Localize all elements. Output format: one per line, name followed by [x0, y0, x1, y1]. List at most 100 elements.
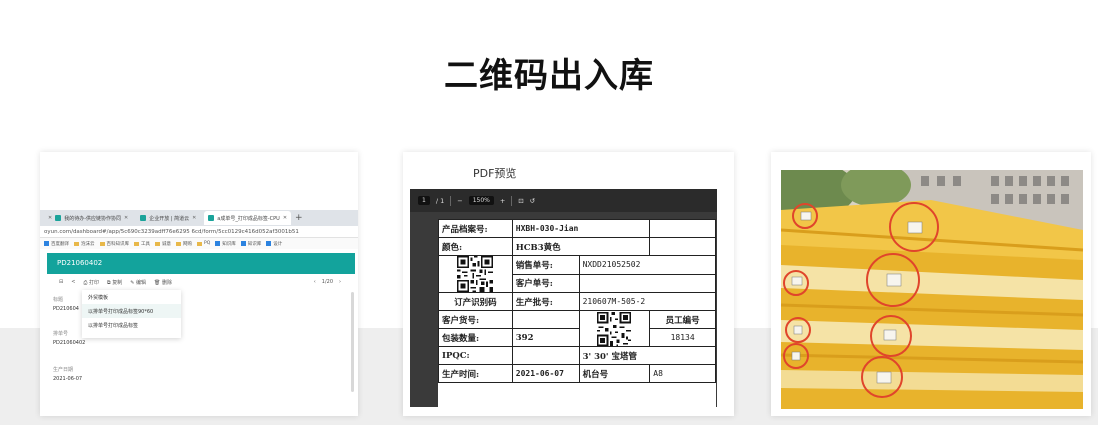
menu-item[interactable]: 以排单号打印成品标签	[82, 318, 181, 332]
warehouse-photo-card	[771, 152, 1091, 416]
pdf-toolbar: 1 / 1 − 150% + ⊡ ↺	[410, 189, 717, 212]
pdf-page: 产品档案号: HXBH-030-Jian 颜色: HCB3黄色 销售单号: NX…	[438, 219, 717, 407]
edit-button[interactable]: ✎ 编辑	[130, 279, 146, 286]
plus-icon[interactable]: +	[500, 197, 505, 205]
value-cell: 2021-06-07	[511, 364, 580, 383]
label-cell: 机台号	[578, 364, 651, 383]
bookmarks-bar: 百度翻译 泡沫云 百科知识库 工具 诚意 网购 PQ 知识库 知识库 设计	[40, 238, 358, 249]
address-bar[interactable]: oyun.com/dashboard#/app/5c690c3239adff76…	[40, 226, 358, 238]
label-cell: 客户单号:	[511, 273, 580, 293]
bookmark-label: 工具	[141, 241, 150, 247]
close-icon[interactable]: ✕	[124, 215, 128, 221]
label-cell: 生产批号:	[511, 292, 580, 311]
browser-tab-label: a成单号_打印成品标签-CPU	[217, 215, 280, 222]
value-cell: NXDD21052502	[578, 255, 717, 275]
browser-tab-strip: ✕ 我的待办-供应链协作协同 ✕ 企业开放 | 简道云 ✕ a成单号_打印成品标…	[40, 210, 358, 226]
field-label: 标题	[53, 297, 64, 303]
label-cell: 员工编号	[649, 310, 716, 329]
share-icon[interactable]: <	[71, 279, 75, 285]
more-icon[interactable]: ⊟	[59, 279, 63, 285]
fit-page-icon[interactable]: ⊡	[518, 197, 523, 205]
browser-tab-label: 企业开放 | 简道云	[149, 215, 190, 222]
delete-icon: 🗑	[154, 279, 162, 286]
label-cell: 产品档案号:	[438, 219, 513, 238]
field-value: PD21060402	[53, 340, 86, 346]
bookmark-item[interactable]: PQ	[197, 241, 210, 246]
value-cell: 3' 30' 宝塔管	[578, 346, 717, 365]
print-button[interactable]: ⎙ 打印	[83, 279, 99, 286]
bookmark-label: 知识库	[222, 241, 236, 247]
folder-icon	[99, 241, 105, 246]
browser-tab-active[interactable]: a成单号_打印成品标签-CPU ✕	[204, 211, 292, 225]
page-total: / 1	[435, 196, 445, 205]
bookmark-item[interactable]: 知识库	[215, 241, 236, 247]
rotate-icon[interactable]: ↺	[530, 197, 535, 205]
delete-button[interactable]: 🗑 删除	[154, 279, 172, 286]
label-cell: 客户货号:	[438, 310, 513, 329]
qr-code-cell	[578, 310, 651, 347]
value-cell: HCB3黄色	[511, 237, 651, 256]
bookmark-icon	[240, 241, 246, 246]
folder-icon	[155, 241, 160, 246]
value-cell	[511, 310, 580, 329]
prev-record-icon[interactable]: ‹	[314, 279, 316, 285]
browser-tab[interactable]: 企业开放 | 简道云 ✕	[136, 211, 200, 225]
zoom-level[interactable]: 150%	[468, 196, 494, 205]
toolbar-divider	[450, 195, 452, 206]
bookmark-item[interactable]: 百度翻译	[44, 241, 69, 247]
label-cell: 颜色:	[438, 237, 513, 256]
menu-item[interactable]: 外贸模板	[82, 290, 181, 304]
bookmark-label: 网购	[183, 241, 192, 247]
browser-tab-label: 我的待办-供应链协作协同	[64, 215, 122, 222]
pager: 1/20	[321, 279, 333, 285]
edit-label: 编辑	[135, 279, 146, 286]
browser-tab[interactable]: ✕ 我的待办-供应链协作协同 ✕	[44, 211, 132, 225]
close-icon[interactable]: ✕	[283, 215, 287, 221]
next-record-icon[interactable]: ›	[339, 279, 341, 285]
close-icon[interactable]: ✕	[192, 215, 196, 221]
empty-cell	[649, 237, 716, 256]
label-cell: IPQC:	[438, 346, 513, 365]
bookmark-label: 百科知识库	[106, 241, 130, 247]
menu-item[interactable]: 以排单号打印成品标签90*60	[82, 304, 181, 318]
bookmark-item[interactable]: 百科知识库	[99, 241, 130, 247]
bookmark-item[interactable]: 知识库	[240, 241, 261, 247]
value-cell: HXBH-030-Jian	[511, 219, 651, 238]
label-cell: 生产时间:	[438, 364, 513, 383]
record-header: PD21060402	[47, 253, 355, 274]
bookmark-icon	[44, 241, 49, 246]
minus-icon[interactable]: −	[457, 197, 462, 205]
yellow-pipe-bundles	[781, 200, 1083, 409]
bookmark-item[interactable]: 工具	[134, 241, 150, 247]
bookmark-item[interactable]: 泡沫云	[74, 241, 95, 247]
bookmark-icon	[266, 241, 272, 246]
bookmark-label: 诚意	[162, 241, 171, 247]
bookmark-item[interactable]: 网购	[176, 241, 192, 247]
value-cell: 210607M-505-2	[578, 292, 717, 311]
qr-code-cell	[438, 255, 513, 293]
new-tab-icon[interactable]: +	[295, 213, 303, 223]
record-toolbar: ⊟ < ⎙ 打印 ⧉ 复制 ✎ 编辑 🗑 删除 ‹ 1/20 ›	[47, 276, 355, 288]
folder-icon	[74, 241, 79, 246]
label-cell: 包装数量:	[438, 328, 513, 347]
label-cell: 销售单号:	[511, 255, 580, 275]
value-cell	[578, 273, 717, 293]
scrollbar[interactable]	[351, 292, 354, 392]
bookmark-label: 百度翻译	[51, 241, 69, 247]
pdf-preview-card: PDF预览 1 / 1 − 150% + ⊡ ↺ 产品档案号: HXBH-030…	[403, 152, 734, 416]
close-icon[interactable]: ✕	[48, 215, 52, 221]
field-label: 排单号	[53, 331, 69, 337]
pdf-preview-heading: PDF预览	[473, 167, 517, 180]
bookmark-item[interactable]: 设计	[266, 241, 282, 247]
folder-icon	[176, 241, 181, 246]
page-number-input[interactable]: 1	[418, 196, 430, 205]
copy-button[interactable]: ⧉ 复制	[107, 279, 122, 286]
browser-screenshot-card: ✕ 我的待办-供应链协作协同 ✕ 企业开放 | 简道云 ✕ a成单号_打印成品标…	[40, 152, 358, 416]
field-label: 生产日期	[53, 367, 74, 373]
value-cell: A8	[649, 364, 716, 383]
print-label: 打印	[89, 279, 100, 286]
bookmark-item[interactable]: 诚意	[155, 241, 171, 247]
value-cell: 392	[511, 328, 580, 347]
app-favicon-icon	[55, 215, 62, 221]
copy-label: 复制	[112, 279, 123, 286]
